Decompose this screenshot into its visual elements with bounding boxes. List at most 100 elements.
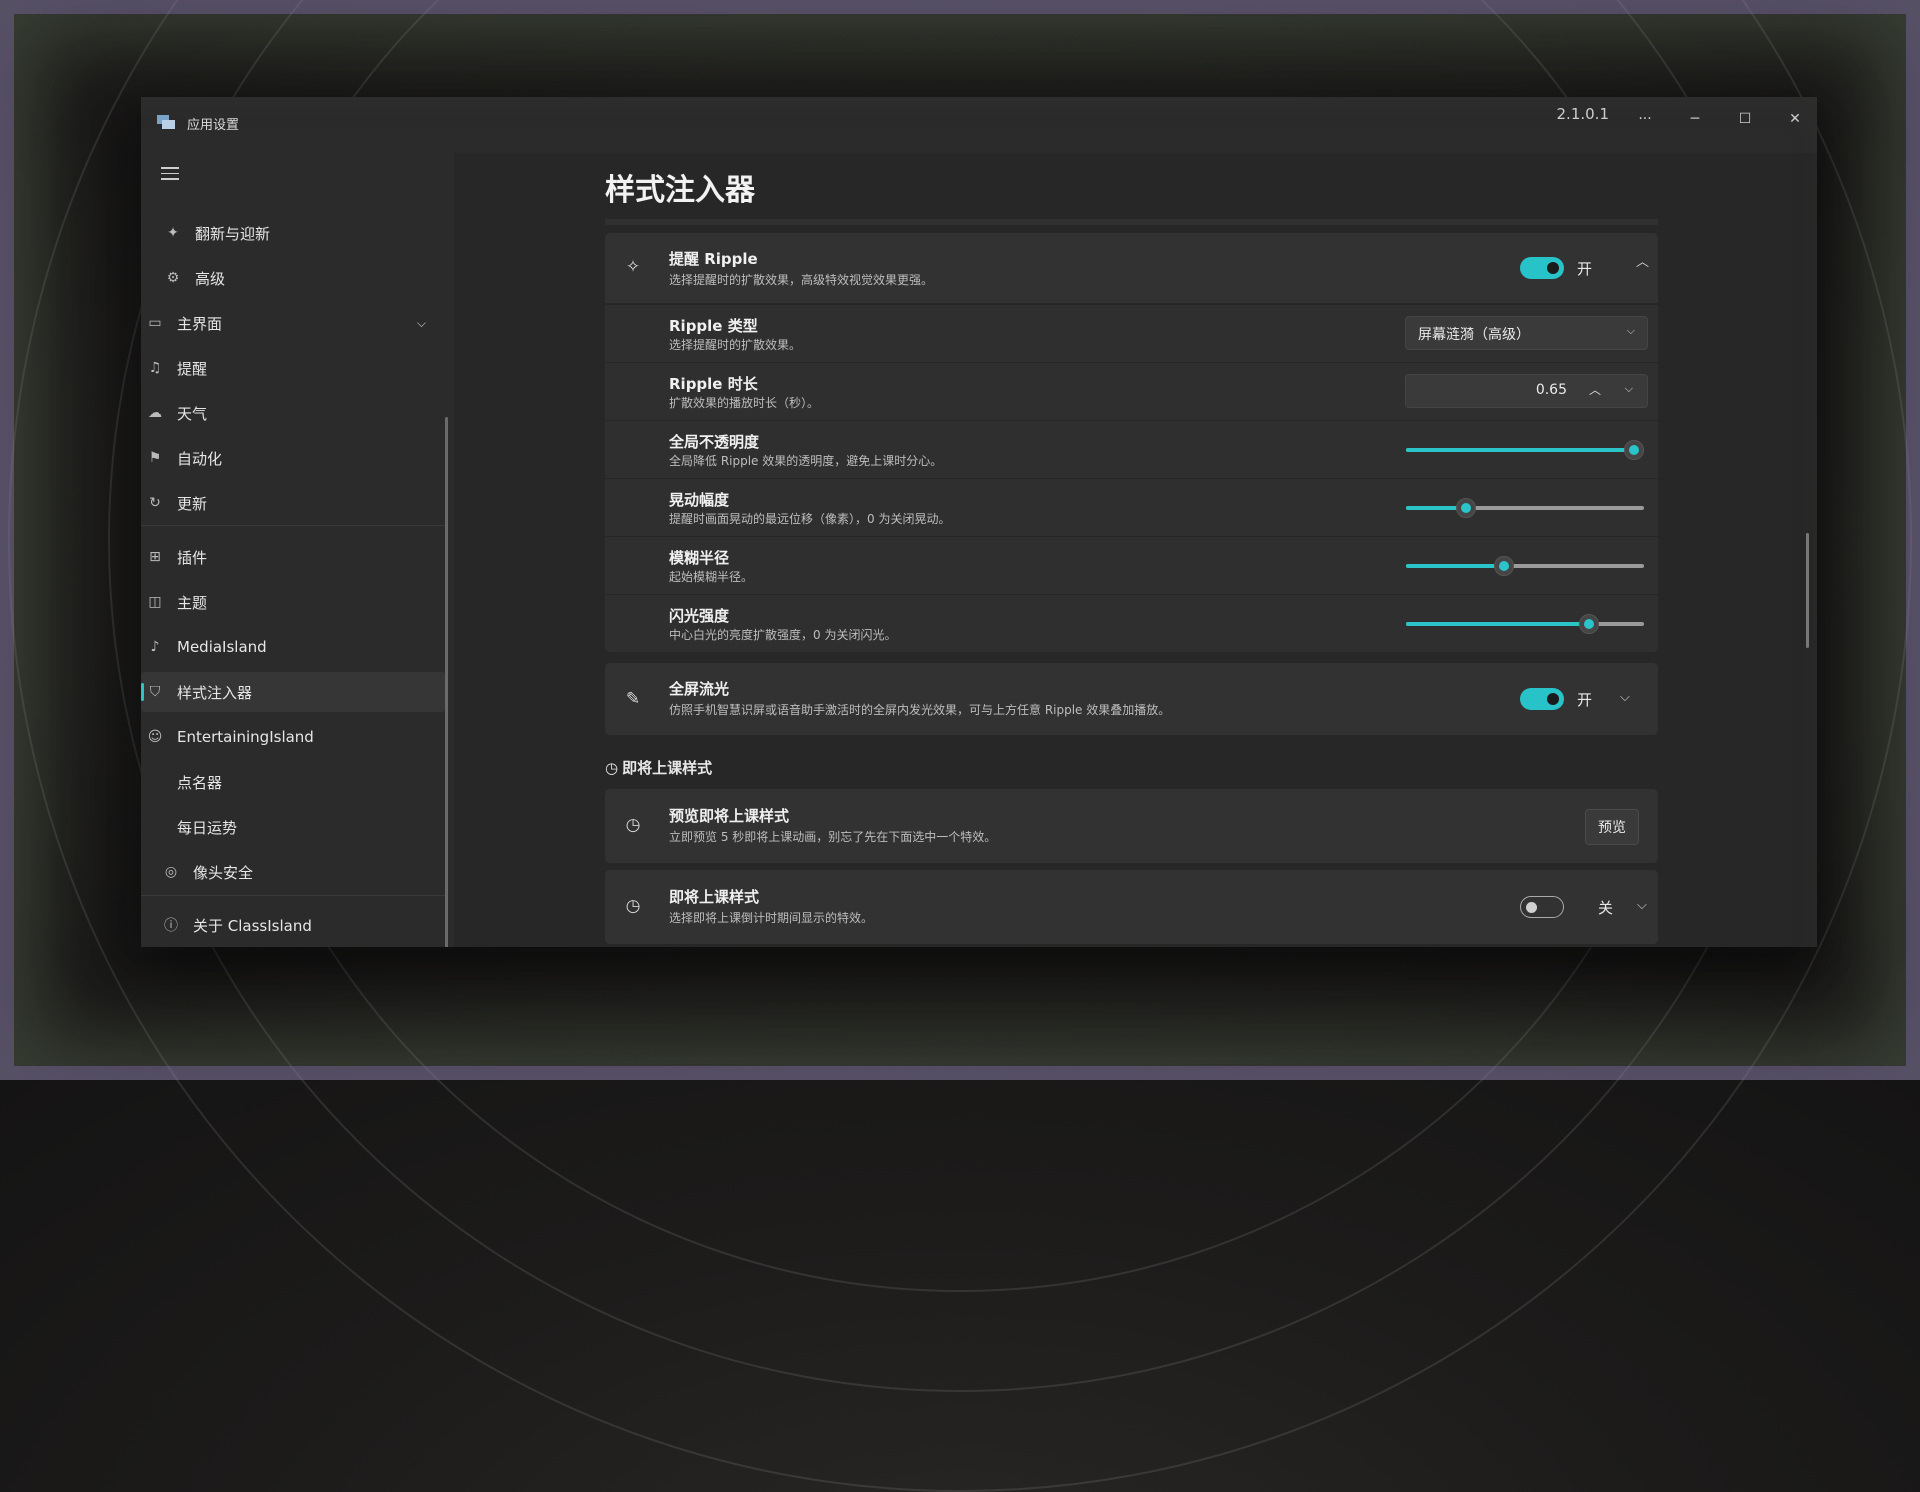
sidebar-item-fortune[interactable]: 每日运势 — [141, 807, 446, 847]
sidebar-item-label: EntertainingIsland — [177, 728, 314, 746]
blur-slider[interactable] — [1406, 556, 1644, 576]
shake-desc: 提醒时画面晃动的最远位移（像素），0 为关闭晃动。 — [669, 512, 951, 526]
fullscreen-glow-title: 全屏流光 — [669, 680, 730, 698]
sidebar-item-theme[interactable]: ◫ 主题 — [141, 582, 446, 622]
increment-icon[interactable]: ︿ — [1589, 381, 1601, 398]
sidebar-item-camera-security[interactable]: ◎ 像头安全 — [141, 852, 446, 892]
fullscreen-glow-desc: 仿照手机智慧识屏或语音助手激活时的全屏内发光效果，可与上方任意 Ripple 效… — [669, 703, 1171, 717]
window-title: 应用设置 — [187, 118, 240, 133]
shake-slider[interactable] — [1406, 498, 1644, 518]
injector-icon: ⛉ — [149, 684, 161, 700]
sidebar-item-renew[interactable]: ✦ 翻新与迎新 — [167, 213, 441, 253]
sidebar-item-weather[interactable]: ☁ 天气 — [141, 393, 446, 433]
decrement-icon[interactable]: ⌵ — [1625, 382, 1633, 396]
maximize-button[interactable]: ☐ — [1723, 101, 1767, 137]
sidebar-item-label: 更新 — [177, 494, 208, 513]
blur-desc: 起始模糊半径。 — [669, 570, 754, 584]
ripple-type-value: 屏幕涟漪（高级） — [1418, 327, 1530, 343]
sidebar-item-label: 天气 — [177, 404, 208, 423]
chevron-up-icon[interactable]: ︿ — [1636, 251, 1649, 270]
ripple-type-row: Ripple 类型 选择提醒时的扩散效果。 屏幕涟漪（高级） ⌵ — [605, 304, 1658, 362]
advanced-icon: ⚙ — [166, 270, 180, 286]
upcoming-style-title: 即将上课样式 — [669, 888, 760, 906]
sidebar-item-about[interactable]: ⓘ 关于 ClassIsland — [141, 905, 446, 945]
chevron-down-icon[interactable]: ⌵ — [1620, 690, 1630, 705]
sidebar-item-update[interactable]: ↻ 更新 — [141, 483, 446, 523]
title-bar: 应用设置 2.1.0.1 ··· ─ ☐ ✕ — [141, 97, 1817, 153]
plugin-icon: ⊞ — [149, 549, 161, 565]
section-upcoming-header: ◷ 即将上课样式 — [605, 757, 712, 778]
sidebar-item-entertainingisland[interactable]: ☺ EntertainingIsland — [141, 717, 446, 757]
slider-fill — [1406, 564, 1504, 568]
upcoming-style-desc: 选择即将上课倒计时期间显示的特效。 — [669, 911, 874, 925]
sidebar-item-advanced[interactable]: ⚙ 高级 — [167, 258, 441, 298]
sidebar-item-reminder[interactable]: ♫ 提醒 — [141, 348, 446, 388]
sidebar-item-label: 样式注入器 — [177, 683, 253, 702]
slider-thumb[interactable] — [1494, 556, 1514, 576]
slider-thumb[interactable] — [1456, 498, 1476, 518]
sidebar-item-label: 像头安全 — [193, 863, 254, 882]
sidebar-item-label: 点名器 — [177, 773, 223, 792]
hamburger-menu-icon[interactable] — [161, 167, 179, 181]
upcoming-style-toggle[interactable] — [1520, 896, 1564, 918]
sidebar-item-label: 插件 — [177, 548, 208, 567]
sidebar-item-plugins[interactable]: ⊞ 插件 — [141, 537, 446, 577]
sidebar-scrollbar[interactable] — [445, 417, 448, 947]
clock-icon: ◷ — [625, 815, 641, 835]
sidebar-item-style-injector[interactable]: ⛉ 样式注入器 — [141, 672, 446, 712]
main-content: 样式注入器 ✧ 提醒 Ripple 选择提醒时的扩散效果，高级特效视觉效果更强。… — [454, 153, 1817, 947]
fullscreen-glow-toggle[interactable] — [1520, 688, 1564, 710]
slider-thumb[interactable] — [1579, 614, 1599, 634]
sidebar-item-label: 高级 — [195, 269, 226, 288]
ripple-duration-title: Ripple 时长 — [669, 375, 758, 393]
version-label: 2.1.0.1 — [1556, 105, 1609, 123]
sidebar-divider — [141, 895, 446, 896]
fullscreen-glow-card[interactable]: ✎ 全屏流光 仿照手机智慧识屏或语音助手激活时的全屏内发光效果，可与上方任意 R… — [605, 663, 1658, 735]
section-upcoming-label: 即将上课样式 — [622, 759, 713, 777]
camera-icon: ◎ — [164, 864, 178, 880]
ripple-type-desc: 选择提醒时的扩散效果。 — [669, 338, 802, 352]
ripple-icon: ✧ — [625, 257, 641, 277]
close-button[interactable]: ✕ — [1773, 101, 1817, 137]
ripple-duration-value: 0.65 — [1535, 382, 1567, 398]
slider-thumb[interactable] — [1624, 440, 1644, 460]
clock-icon: ◷ — [605, 759, 619, 777]
ripple-duration-desc: 扩散效果的播放时长（秒）。 — [669, 396, 820, 410]
sidebar-item-label: 提醒 — [177, 359, 208, 378]
ripple-duration-stepper[interactable]: 0.65 ︿ ⌵ — [1405, 374, 1648, 408]
ripple-toggle[interactable] — [1520, 257, 1564, 279]
bell-icon: ♫ — [148, 360, 162, 376]
chevron-down-icon: ⌵ — [1626, 324, 1635, 337]
opacity-slider[interactable] — [1406, 440, 1644, 460]
info-icon: ⓘ — [164, 918, 178, 934]
shake-row: 晃动幅度 提醒时画面晃动的最远位移（像素），0 为关闭晃动。 — [605, 478, 1658, 536]
sidebar-item-mediaisland[interactable]: ♪ MediaIsland — [141, 627, 446, 667]
slider-fill — [1406, 448, 1634, 452]
page-title: 样式注入器 — [605, 173, 755, 208]
theme-icon: ◫ — [148, 594, 162, 610]
ripple-type-dropdown[interactable]: 屏幕涟漪（高级） ⌵ — [1405, 316, 1648, 350]
upcoming-style-card[interactable]: ◷ 即将上课样式 选择即将上课倒计时期间显示的特效。 关 ⌵ — [605, 870, 1658, 944]
preview-button[interactable]: 预览 — [1585, 809, 1639, 845]
preview-upcoming-card: ◷ 预览即将上课样式 立即预览 5 秒即将上课动画，别忘了先在下面选中一个特效。… — [605, 789, 1658, 863]
content-scrollbar[interactable] — [1806, 533, 1809, 648]
sidebar-item-label: 每日运势 — [177, 818, 238, 837]
sidebar-item-rollcall[interactable]: 点名器 — [141, 762, 446, 802]
ripple-card-header[interactable]: ✧ 提醒 Ripple 选择提醒时的扩散效果，高级特效视觉效果更强。 开 ︿ — [605, 233, 1658, 303]
sidebar: ✦ 翻新与迎新 ⚙ 高级 ▭ 主界面 ⌵ ♫ 提醒 ☁ 天气 ⚑ 自动化 ↻ 更… — [141, 153, 451, 947]
more-options-button[interactable]: ··· — [1623, 101, 1667, 137]
chevron-down-icon: ⌵ — [416, 315, 426, 330]
ripple-duration-row: Ripple 时长 扩散效果的播放时长（秒）。 0.65 ︿ ⌵ — [605, 362, 1658, 420]
minimize-button[interactable]: ─ — [1673, 101, 1717, 137]
app-icon — [157, 115, 175, 129]
opacity-title: 全局不透明度 — [669, 433, 760, 451]
flash-slider[interactable] — [1406, 614, 1644, 634]
preview-upcoming-title: 预览即将上课样式 — [669, 807, 790, 825]
sidebar-item-main-ui[interactable]: ▭ 主界面 ⌵ — [141, 303, 446, 343]
opacity-desc: 全局降低 Ripple 效果的透明度，避免上课时分心。 — [669, 454, 943, 468]
sidebar-item-automation[interactable]: ⚑ 自动化 — [141, 438, 446, 478]
preview-upcoming-desc: 立即预览 5 秒即将上课动画，别忘了先在下面选中一个特效。 — [669, 830, 997, 844]
main-ui-icon: ▭ — [148, 315, 162, 331]
flash-desc: 中心白光的亮度扩散强度，0 为关闭闪光。 — [669, 628, 897, 642]
chevron-down-icon[interactable]: ⌵ — [1637, 898, 1647, 913]
